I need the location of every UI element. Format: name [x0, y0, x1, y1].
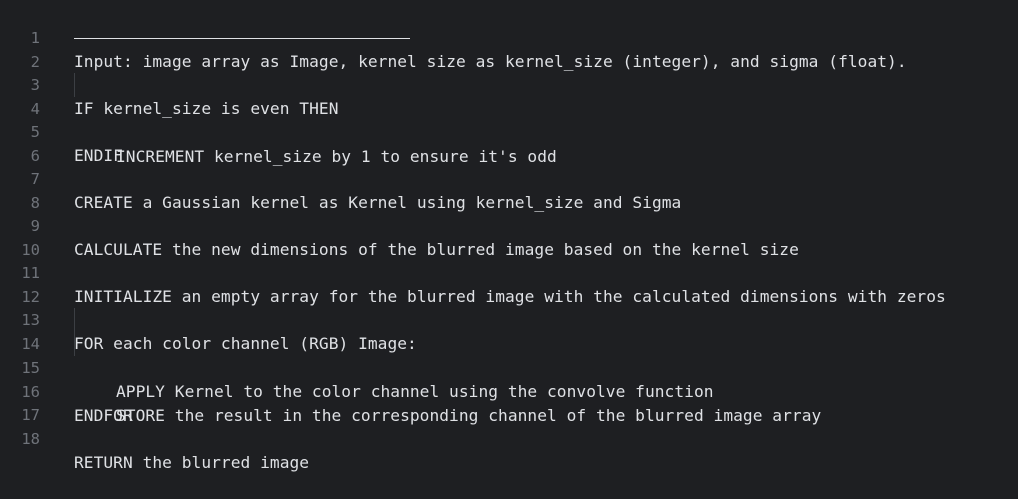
code-line[interactable]: 11 INITIALIZE an empty array for the blu… — [0, 237, 1018, 306]
code-line[interactable]: 3 IF kernel_size is even THEN — [0, 49, 1018, 118]
code-line[interactable]: 4 INCREMENT kernel_size by 1 to ensure i… — [0, 72, 1018, 166]
code-line[interactable]: 16 ENDFOR — [0, 356, 1018, 425]
code-line[interactable]: 1 Input: image array as Image, kernel si… — [0, 2, 1018, 71]
code-line[interactable]: 14 APPLY Kernel to the color channel usi… — [0, 308, 1018, 401]
code-line[interactable]: 9 CALCULATE the new dimensions of the bl… — [0, 190, 1018, 259]
code-line[interactable]: 5 ENDIF — [0, 96, 1018, 165]
code-line[interactable]: 10 — [0, 214, 1018, 259]
line-number: 18 — [21, 430, 40, 448]
code-line[interactable]: 18 RETURN the blurred image — [0, 403, 1018, 472]
code-line[interactable]: 15 STORE the result in the corresponding… — [0, 332, 1018, 425]
code-line[interactable]: 7 CREATE a Gaussian kernel as Kernel usi… — [0, 143, 1018, 212]
code-line[interactable]: 12 — [0, 261, 1018, 306]
code-line[interactable]: 6 — [0, 120, 1018, 165]
code-line[interactable]: 13 FOR each color channel (RGB) Image: — [0, 284, 1018, 353]
code-editor[interactable]: 1 Input: image array as Image, kernel si… — [0, 0, 1018, 472]
indent-guide — [74, 308, 75, 332]
separator-rule — [74, 37, 410, 39]
code-line[interactable]: 17 — [0, 379, 1018, 424]
code-line[interactable]: 2 — [0, 26, 1018, 71]
code-line[interactable]: 8 — [0, 167, 1018, 212]
indent-guide — [74, 72, 75, 97]
indent-guide — [74, 332, 75, 356]
code-text[interactable]: RETURN the blurred image — [74, 451, 309, 475]
